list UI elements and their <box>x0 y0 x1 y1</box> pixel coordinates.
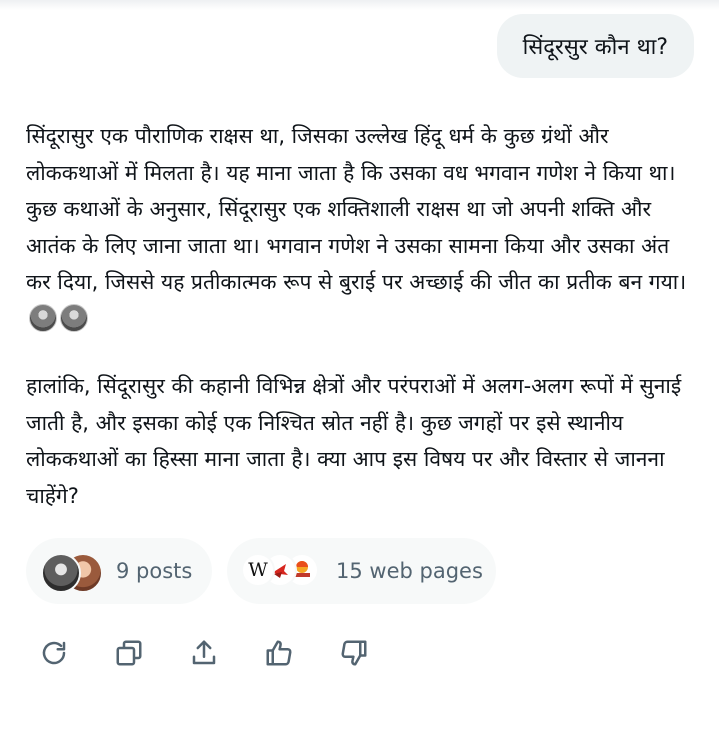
wikipedia-glyph: W <box>248 559 268 581</box>
top-fade <box>0 0 719 10</box>
answer-paragraph-1-text: सिंदूरासुर एक पौराणिक राक्षस था, जिसका उ… <box>26 124 687 295</box>
copy-icon <box>116 640 142 666</box>
citation-avatar-icon[interactable] <box>29 303 57 332</box>
answer-paragraph-2-text: हालांकि, सिंदूरासुर की कहानी विभिन्न क्ष… <box>26 374 682 508</box>
thumbs-down-icon <box>341 640 367 666</box>
wikipedia-icon: W <box>241 553 275 587</box>
copy-button[interactable] <box>113 636 145 670</box>
share-icon <box>192 640 216 665</box>
posts-sources-button[interactable]: 9 posts <box>26 538 212 604</box>
user-message-text: सिंदूरसुर कौन था? <box>522 35 668 60</box>
citation-avatar-icon[interactable] <box>60 303 88 332</box>
share-button[interactable] <box>188 636 220 670</box>
refresh-icon <box>42 641 66 665</box>
like-button[interactable] <box>263 636 295 670</box>
answer-paragraph-1: सिंदूरासुर एक पौराणिक राक्षस था, जिसका उ… <box>26 118 696 338</box>
user-message-bubble: सिंदूरसुर कौन था? <box>496 14 694 78</box>
thumbs-up-icon <box>266 640 292 666</box>
response-actions-bar <box>38 636 370 670</box>
post-avatars <box>41 551 103 593</box>
dislike-button[interactable] <box>338 636 370 670</box>
web-pages-sources-button[interactable]: W 15 web pages <box>227 538 496 604</box>
post-avatar-icon <box>41 553 81 593</box>
regenerate-button[interactable] <box>38 636 70 670</box>
web-favicons: W <box>241 551 323 591</box>
posts-count-label: 9 posts <box>116 559 193 583</box>
web-pages-count-label: 15 web pages <box>336 559 483 583</box>
answer-paragraph-2: हालांकि, सिंदूरासुर की कहानी विभिन्न क्ष… <box>26 368 696 514</box>
